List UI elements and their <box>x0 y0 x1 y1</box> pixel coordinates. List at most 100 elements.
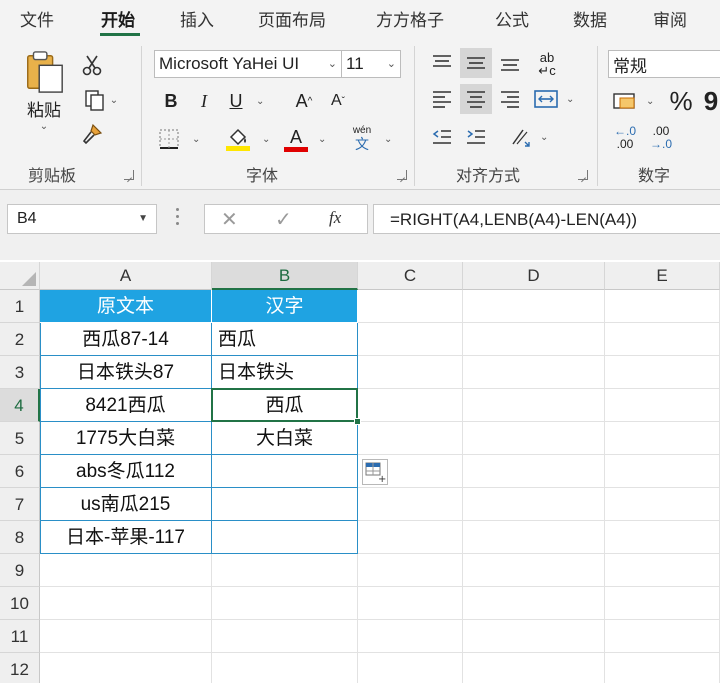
underline-dropdown-icon[interactable]: ⌄ <box>256 96 264 107</box>
row-header-1[interactable]: 1 <box>0 290 40 323</box>
tab-insert[interactable]: 插入 <box>180 6 214 31</box>
cell-e6[interactable] <box>605 455 720 488</box>
align-bottom-button[interactable] <box>496 50 524 76</box>
fill-color-dropdown-icon[interactable]: ⌄ <box>262 134 270 145</box>
cell-e11[interactable] <box>605 620 720 653</box>
number-format-select[interactable]: 常规 <box>608 50 720 78</box>
cell-d12[interactable] <box>463 653 605 683</box>
merge-dropdown-icon[interactable]: ⌄ <box>566 94 574 105</box>
cell-a9[interactable] <box>40 554 212 587</box>
cell-d7[interactable] <box>463 488 605 521</box>
decrease-decimal-button[interactable]: .00 →.0 <box>646 122 676 154</box>
bold-button[interactable]: B <box>160 88 182 114</box>
align-middle-button[interactable] <box>460 48 492 78</box>
font-size-select[interactable]: 11 ⌄ <box>341 50 401 78</box>
column-header-b[interactable]: B <box>212 262 358 290</box>
name-box[interactable]: B4 ▼ <box>7 204 157 234</box>
row-header-8[interactable]: 8 <box>0 521 40 554</box>
column-header-a[interactable]: A <box>40 262 212 290</box>
cell-c4[interactable] <box>358 389 463 422</box>
row-header-2[interactable]: 2 <box>0 323 40 356</box>
cell-a3[interactable]: 日本铁头87 <box>40 356 212 389</box>
cell-e9[interactable] <box>605 554 720 587</box>
orientation-button[interactable] <box>506 124 536 150</box>
font-color-button[interactable]: A <box>282 124 310 154</box>
tab-fangfang-gezi[interactable]: 方方格子 <box>376 6 444 31</box>
cell-d1[interactable] <box>463 290 605 323</box>
decrease-indent-button[interactable] <box>428 124 456 150</box>
row-header-4[interactable]: 4 <box>0 389 40 422</box>
cell-c12[interactable] <box>358 653 463 683</box>
cell-d11[interactable] <box>463 620 605 653</box>
tab-page-layout[interactable]: 页面布局 <box>258 6 326 31</box>
cell-d9[interactable] <box>463 554 605 587</box>
font-dialog-launcher-icon[interactable] <box>397 170 407 180</box>
increase-decimal-button[interactable]: ←.0 .00 <box>610 122 640 154</box>
phonetic-guide-button[interactable]: wén 文 <box>348 122 376 154</box>
cell-b8[interactable] <box>212 521 358 554</box>
cell-b3[interactable]: 日本铁头 <box>212 356 358 389</box>
cell-c1[interactable] <box>358 290 463 323</box>
fill-color-button[interactable] <box>224 124 252 154</box>
cell-e12[interactable] <box>605 653 720 683</box>
phonetic-dropdown-icon[interactable]: ⌄ <box>384 134 392 145</box>
cell-a4[interactable]: 8421西瓜 <box>40 389 212 422</box>
cell-c10[interactable] <box>358 587 463 620</box>
accounting-format-button[interactable] <box>610 88 640 114</box>
cell-c7[interactable] <box>358 488 463 521</box>
cell-d10[interactable] <box>463 587 605 620</box>
underline-button[interactable]: U <box>224 88 248 114</box>
alignment-dialog-launcher-icon[interactable] <box>578 170 588 180</box>
row-header-10[interactable]: 10 <box>0 587 40 620</box>
tab-data[interactable]: 数据 <box>573 6 607 31</box>
align-left-button[interactable] <box>428 86 456 112</box>
paste-button[interactable]: 粘贴 ⌄ <box>16 50 72 132</box>
merge-center-button[interactable] <box>532 86 560 112</box>
cell-a11[interactable] <box>40 620 212 653</box>
comma-style-button[interactable]: 9 <box>702 86 720 116</box>
cell-a1[interactable]: 原文本 <box>40 290 212 323</box>
cell-e10[interactable] <box>605 587 720 620</box>
font-name-select[interactable]: Microsoft YaHei UI ⌄ <box>154 50 342 78</box>
cell-b12[interactable] <box>212 653 358 683</box>
cell-c5[interactable] <box>358 422 463 455</box>
row-header-3[interactable]: 3 <box>0 356 40 389</box>
cell-d3[interactable] <box>463 356 605 389</box>
row-header-6[interactable]: 6 <box>0 455 40 488</box>
borders-button[interactable] <box>156 126 182 152</box>
cell-e7[interactable] <box>605 488 720 521</box>
cell-b1[interactable]: 汉字 <box>212 290 358 323</box>
cell-c9[interactable] <box>358 554 463 587</box>
autofill-options-button[interactable]: + <box>362 459 388 485</box>
cell-d2[interactable] <box>463 323 605 356</box>
wrap-text-button[interactable]: ab ↵c <box>532 48 562 80</box>
tab-formulas[interactable]: 公式 <box>495 6 529 31</box>
cell-d8[interactable] <box>463 521 605 554</box>
cell-e3[interactable] <box>605 356 720 389</box>
cell-b7[interactable] <box>212 488 358 521</box>
row-header-9[interactable]: 9 <box>0 554 40 587</box>
formula-bar-resize-handle[interactable] <box>176 208 180 228</box>
insert-function-button[interactable]: fx <box>329 208 341 228</box>
italic-button[interactable]: I <box>193 88 215 114</box>
cell-d6[interactable] <box>463 455 605 488</box>
cell-a7[interactable]: us南瓜215 <box>40 488 212 521</box>
cell-e2[interactable] <box>605 323 720 356</box>
cell-d4[interactable] <box>463 389 605 422</box>
row-header-5[interactable]: 5 <box>0 422 40 455</box>
tab-home[interactable]: 开始 <box>101 6 135 31</box>
align-center-button[interactable] <box>460 84 492 114</box>
cell-c3[interactable] <box>358 356 463 389</box>
fill-handle[interactable] <box>354 418 361 425</box>
cell-b10[interactable] <box>212 587 358 620</box>
cell-b9[interactable] <box>212 554 358 587</box>
cell-b11[interactable] <box>212 620 358 653</box>
decrease-font-size-button[interactable]: Aˇ <box>326 88 350 114</box>
tab-file[interactable]: 文件 <box>20 6 54 31</box>
align-top-button[interactable] <box>428 50 456 76</box>
cell-e8[interactable] <box>605 521 720 554</box>
increase-font-size-button[interactable]: A ^ <box>292 88 316 114</box>
cut-button[interactable] <box>80 52 104 78</box>
cell-b6[interactable] <box>212 455 358 488</box>
cell-a10[interactable] <box>40 587 212 620</box>
